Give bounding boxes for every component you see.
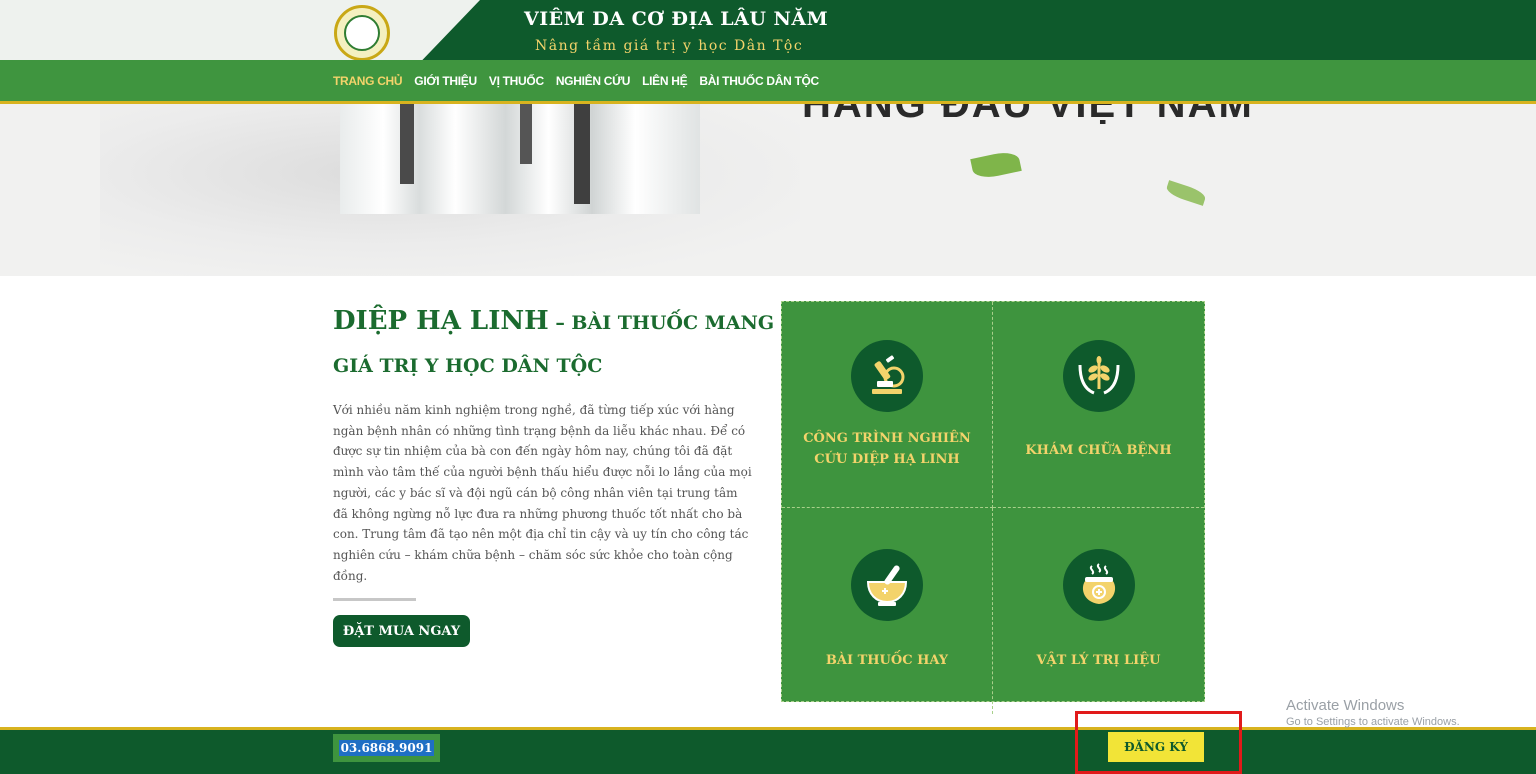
feature-therapy[interactable]: VẬT LÝ TRỊ LIỆU (993, 508, 1204, 714)
microscope-icon (851, 340, 923, 412)
nav-item-herbs[interactable]: VỊ THUỐC (489, 74, 544, 88)
feature-label: VẬT LÝ TRỊ LIỆU (1036, 653, 1161, 668)
steam-jar-icon (1062, 549, 1135, 621)
nav-item-home[interactable]: TRANG CHỦ (333, 74, 403, 88)
hero-headline: HÀNG ĐẦU VIỆT NAM (802, 104, 1254, 126)
feature-remedies[interactable]: BÀI THUỐC HAY (782, 508, 993, 714)
intro-title-rest: – BÀI THUỐC MANG (548, 312, 775, 334)
highlight-box (1075, 711, 1242, 774)
feature-label: BÀI THUỐC HAY (825, 653, 949, 668)
leaf-decoration (970, 149, 1022, 181)
logo-icon[interactable] (334, 5, 390, 61)
nav-item-about[interactable]: GIỚI THIỆU (414, 74, 477, 88)
hands-plant-icon (1062, 340, 1135, 412)
feature-treatment[interactable]: KHÁM CHỮA BỆNH (993, 302, 1204, 508)
intro-title-line2: GIÁ TRỊ Y HỌC DÂN TỘC (333, 355, 603, 377)
main-nav: TRANG CHỦ GIỚI THIỆU VỊ THUỐC NGHIÊN CỨU… (0, 60, 1536, 104)
phone-number: 03.6868.9091 (338, 740, 435, 756)
watermark-line1: Activate Windows (1286, 697, 1405, 714)
nav-item-contact[interactable]: LIÊN HỆ (642, 74, 688, 88)
feature-research[interactable]: CÔNG TRÌNH NGHIÊN CỨU DIỆP HẠ LINH (782, 302, 993, 508)
hero-figure-detail (400, 104, 414, 184)
header-logo-area (0, 0, 480, 60)
site-title: VIÊM DA CƠ ĐỊA LÂU NĂM (524, 8, 829, 30)
intro-paragraph: Với nhiều năm kinh nghiệm trong nghề, đã… (333, 403, 752, 583)
order-now-button[interactable]: ĐẶT MUA NGAY (333, 615, 470, 647)
hero-banner: HÀNG ĐẦU VIỆT NAM (0, 104, 1536, 276)
hero-figure-detail (520, 104, 532, 164)
watermark-line2: Go to Settings to activate Windows. (1286, 716, 1460, 728)
feature-label: CÔNG TRÌNH NGHIÊN CỨU DIỆP HẠ LINH (803, 431, 971, 467)
sticky-footer-bar: 03.6868.9091 ĐĂNG KÝ (0, 727, 1536, 774)
feature-label: KHÁM CHỮA BỆNH (1025, 443, 1172, 458)
site-header: VIÊM DA CƠ ĐỊA LÂU NĂM Nâng tầm giá trị … (0, 0, 1536, 104)
logo-emblem (344, 15, 380, 51)
phone-button[interactable]: 03.6868.9091 (333, 734, 440, 762)
mortar-pestle-icon (851, 549, 923, 621)
leaf-decoration (1164, 180, 1208, 206)
hero-figure-detail (574, 104, 590, 204)
intro-divider (333, 598, 416, 601)
site-subtitle: Nâng tầm giá trị y học Dân Tộc (535, 38, 804, 54)
nav-item-research[interactable]: NGHIÊN CỨU (556, 74, 631, 88)
feature-grid: CÔNG TRÌNH NGHIÊN CỨU DIỆP HẠ LINH KHÁM … (781, 301, 1205, 714)
intro-title-brand: DIỆP HẠ LINH (333, 306, 549, 336)
windows-activation-watermark: Activate Windows Go to Settings to activ… (1286, 697, 1460, 728)
intro-title: DIỆP HẠ LINH – BÀI THUỐC MANG (333, 306, 774, 336)
nav-item-remedies[interactable]: BÀI THUỐC DÂN TỘC (699, 74, 819, 88)
